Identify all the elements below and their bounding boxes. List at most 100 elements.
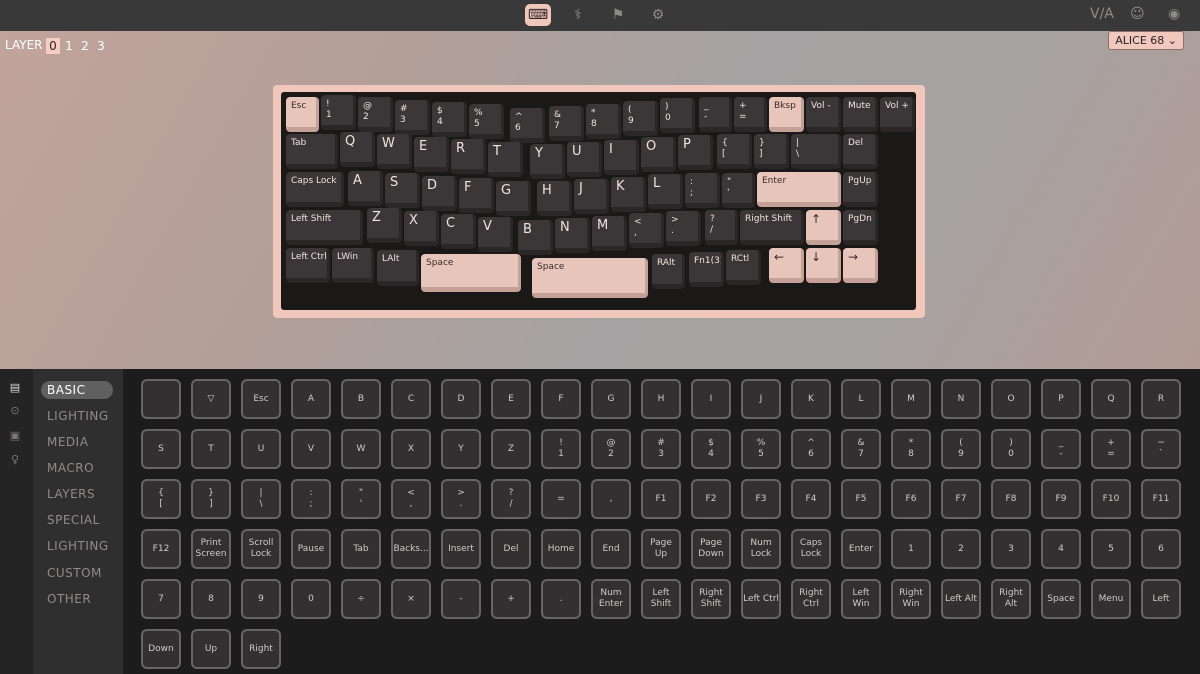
keycode-29[interactable]: ! 1 [541,429,581,469]
key-fn1[interactable]: Fn1(3) [689,252,724,287]
keycode-37[interactable]: ( 9 [941,429,981,469]
key-semicolon[interactable]: : ; [685,173,720,208]
keycode-27[interactable]: Y [441,429,481,469]
keycode-71[interactable]: Home [541,529,581,569]
menu-item-layers[interactable]: LAYERS [41,485,113,503]
key-r[interactable]: R [451,139,486,174]
bulb-icon[interactable]: ♀ [8,453,22,467]
keycode-28[interactable]: Z [491,429,531,469]
keycode-84[interactable]: 7 [141,579,181,619]
key-w[interactable]: W [377,134,412,169]
keycode-75[interactable]: Num Lock [741,529,781,569]
keycode-39[interactable]: _ - [1041,429,1081,469]
keycode-55[interactable]: F4 [791,479,831,519]
menu-item-other[interactable]: OTHER [41,590,113,608]
keycode-41[interactable]: ~ ` [1141,429,1181,469]
key-period[interactable]: > . [666,211,701,246]
key-o[interactable]: O [641,137,676,172]
keycode-32[interactable]: $ 4 [691,429,731,469]
keycode-5[interactable]: C [391,379,431,419]
key-right-shift[interactable]: Right Shift [740,210,804,245]
keycode-0[interactable] [141,379,181,419]
keycode-101[interactable]: Right Alt [991,579,1031,619]
keycode-89[interactable]: × [391,579,431,619]
key-s[interactable]: S [385,173,420,208]
key-backspace[interactable]: Bksp [769,97,804,132]
keyboard-icon[interactable]: ⌨ [525,4,551,26]
key-left-shift[interactable]: Left Shift [286,210,363,245]
key-j[interactable]: J [574,179,609,214]
key-l[interactable]: L [648,174,683,209]
keycode-107[interactable]: Right [241,629,281,669]
keycode-24[interactable]: V [291,429,331,469]
key-v[interactable]: V [478,217,513,252]
keycode-86[interactable]: 9 [241,579,281,619]
key-1[interactable]: ! 1 [321,95,356,130]
cog-icon[interactable]: ⊙ [8,404,22,418]
key-y[interactable]: Y [530,144,565,179]
keycode-80[interactable]: 3 [991,529,1031,569]
keycode-45[interactable]: : ; [291,479,331,519]
keycode-52[interactable]: F1 [641,479,681,519]
keycode-81[interactable]: 4 [1041,529,1081,569]
layer-option-0[interactable]: 0 [46,38,60,54]
discord-icon[interactable]: ☺ [1130,6,1145,22]
keycode-76[interactable]: Caps Lock [791,529,831,569]
key-q[interactable]: Q [340,132,375,167]
layer-option-3[interactable]: 3 [94,38,108,54]
keycode-59[interactable]: F8 [991,479,1031,519]
key-e[interactable]: E [414,137,449,172]
keycode-100[interactable]: Left Alt [941,579,981,619]
keycode-36[interactable]: * 8 [891,429,931,469]
keycode-103[interactable]: Menu [1091,579,1131,619]
key-left-ctrl[interactable]: Left Ctrl [286,248,330,283]
keycode-74[interactable]: Page Down [691,529,731,569]
menu-item-special[interactable]: SPECIAL [41,511,113,529]
keycode-78[interactable]: 1 [891,529,931,569]
keycode-1[interactable]: ▽ [191,379,231,419]
keyboard-icon[interactable]: ▤ [8,381,22,395]
key-7[interactable]: & 7 [549,106,584,141]
keycode-87[interactable]: 0 [291,579,331,619]
key-h[interactable]: H [537,181,572,216]
key-t[interactable]: T [488,142,523,177]
keycode-49[interactable]: ? / [491,479,531,519]
key-n[interactable]: N [555,218,590,253]
menu-item-media[interactable]: MEDIA [41,433,113,451]
keycode-18[interactable]: P [1041,379,1081,419]
keycode-106[interactable]: Up [191,629,231,669]
key-3[interactable]: # 3 [395,100,430,135]
keycode-95[interactable]: Right Shift [691,579,731,619]
keycode-3[interactable]: A [291,379,331,419]
keycode-99[interactable]: Right Win [891,579,931,619]
keycode-7[interactable]: E [491,379,531,419]
menu-item-macro[interactable]: MACRO [41,459,113,477]
menu-item-custom[interactable]: CUSTOM [41,564,113,582]
keycode-54[interactable]: F3 [741,479,781,519]
key-c[interactable]: C [441,214,476,249]
key-quote[interactable]: " ' [722,173,755,208]
keycode-64[interactable]: Print Screen [191,529,231,569]
key-enter[interactable]: Enter [757,172,841,207]
keycode-51[interactable]: , [591,479,631,519]
keycode-4[interactable]: B [341,379,381,419]
keycode-33[interactable]: % 5 [741,429,781,469]
keycode-26[interactable]: X [391,429,431,469]
key-k[interactable]: K [611,177,646,212]
keycode-92[interactable]: . [541,579,581,619]
key-down-arrow[interactable]: ↓ [806,248,841,283]
key-mute[interactable]: Mute [843,97,878,132]
keycode-50[interactable]: = [541,479,581,519]
key-g[interactable]: G [496,181,531,216]
save-icon[interactable]: ▣ [8,429,22,443]
keycode-93[interactable]: Num Enter [591,579,631,619]
key-right-arrow[interactable]: → [843,248,878,283]
key-p[interactable]: P [678,135,713,170]
keycode-56[interactable]: F5 [841,479,881,519]
flag-icon[interactable]: ⚑ [605,4,631,26]
keycode-61[interactable]: F10 [1091,479,1131,519]
keycode-23[interactable]: U [241,429,281,469]
keycode-72[interactable]: End [591,529,631,569]
keycode-11[interactable]: I [691,379,731,419]
key-equals[interactable]: + = [734,97,767,132]
